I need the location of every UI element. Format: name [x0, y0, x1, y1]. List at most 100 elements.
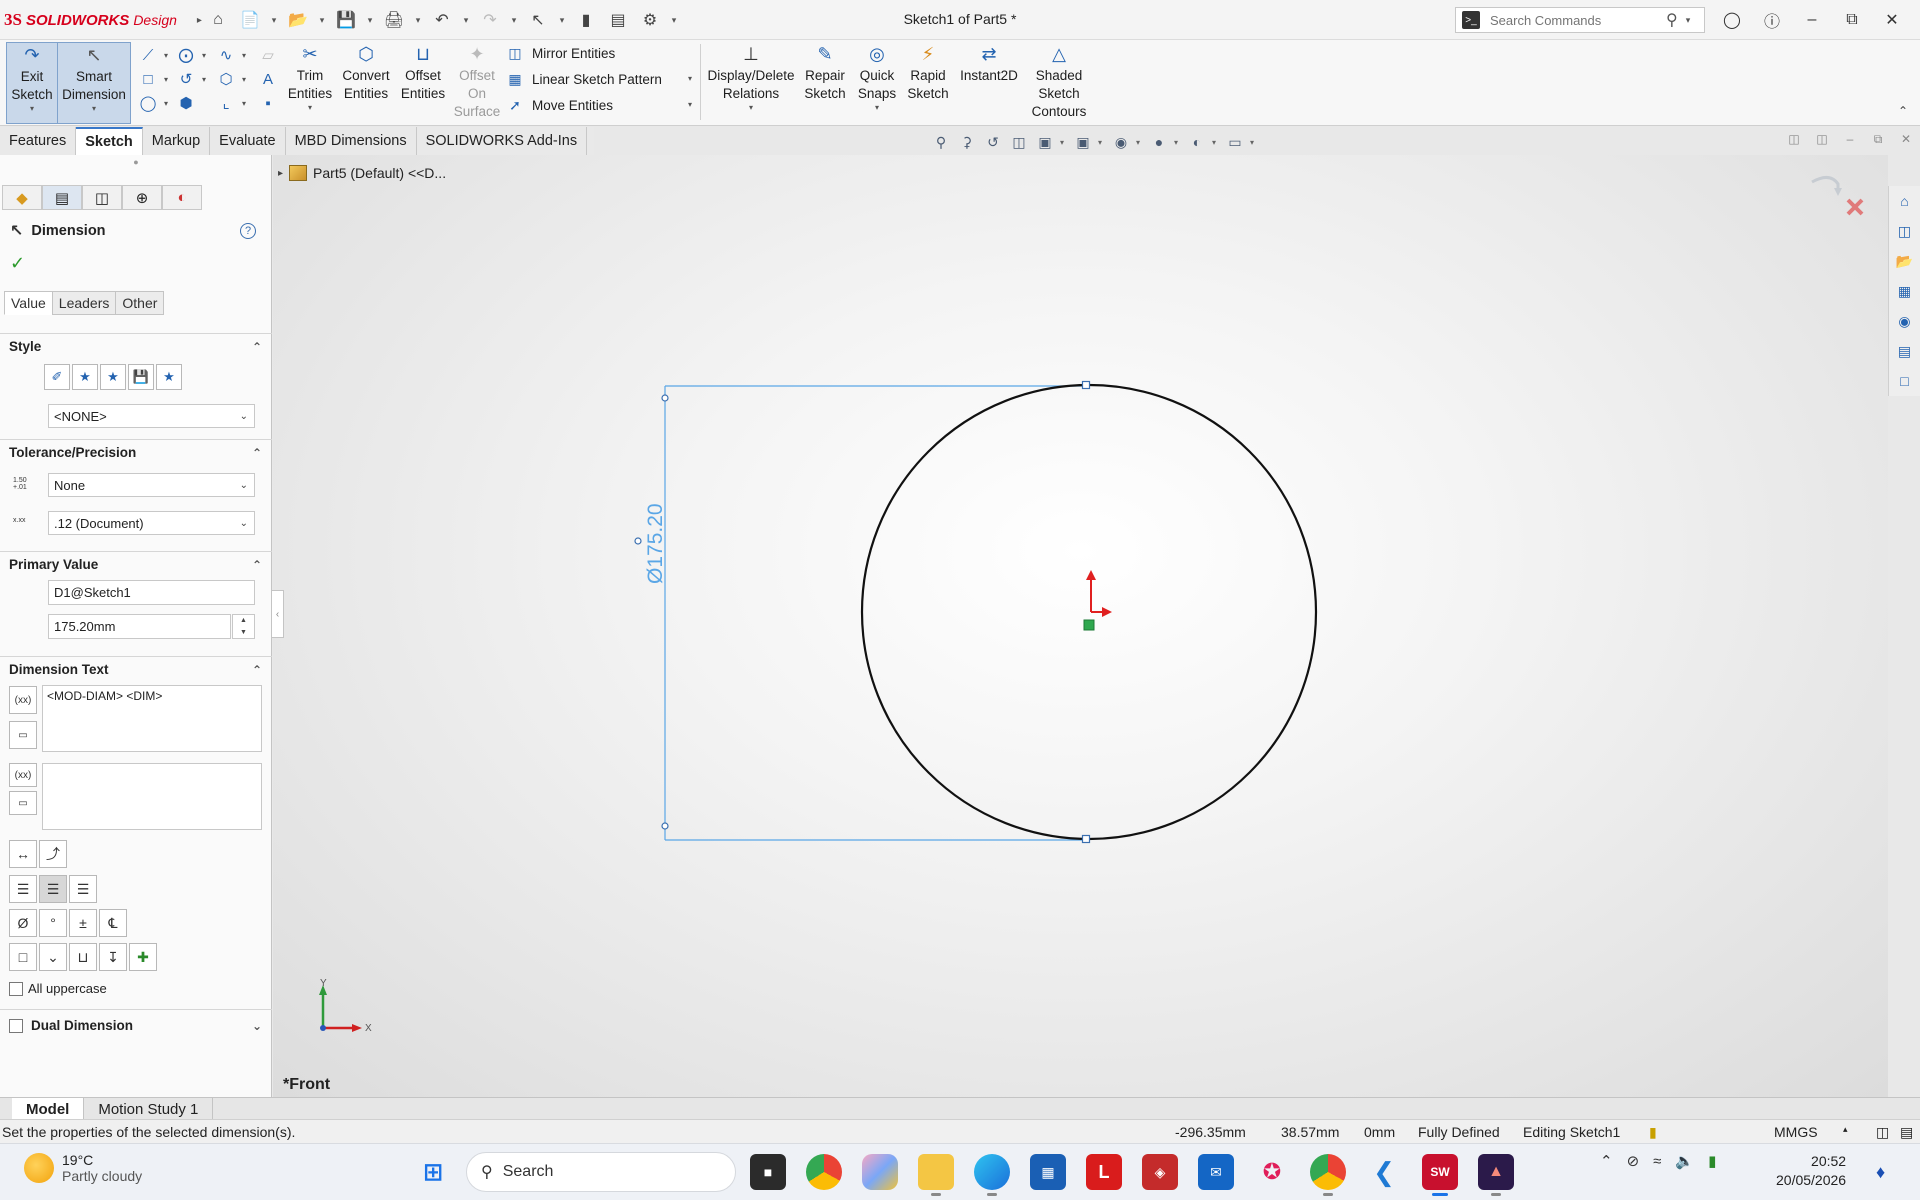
customize-status-icon[interactable]: ▤ [1900, 1124, 1913, 1141]
chevron-up-icon[interactable]: ⌃ [252, 446, 262, 460]
dimension-name-field[interactable]: D1@Sketch1 [48, 580, 255, 605]
ok-checkmark-icon[interactable]: ✓ [10, 253, 25, 274]
sketch-origin[interactable] [1083, 570, 1112, 631]
propertymanager-tab-icon[interactable]: ▤ [42, 185, 82, 210]
primary-value-group-header[interactable]: Primary Value ⌃ [0, 551, 272, 577]
plus-minus-symbol-icon[interactable]: ± [69, 909, 97, 937]
repair-sketch-button[interactable]: ✎ Repair Sketch [800, 42, 850, 124]
chevron-up-icon[interactable]: ▴ [1843, 1124, 1848, 1135]
help-icon[interactable]: ⓘ [1755, 6, 1789, 34]
plane-tool-icon[interactable]: ▱ [254, 44, 282, 66]
tab-evaluate[interactable]: Evaluate [210, 127, 286, 155]
centerline-symbol-icon[interactable]: ℄ [99, 909, 127, 937]
add-style-icon[interactable]: ★ [72, 364, 98, 390]
restore-button[interactable]: ⧉ [1835, 6, 1869, 34]
mirror-entities-button[interactable]: ◫ Mirror Entities [506, 44, 615, 62]
inspection-dimension-icon[interactable]: ▭ [9, 721, 37, 749]
chevron-down-icon[interactable]: ▾ [461, 15, 471, 26]
checkbox-box[interactable] [9, 981, 23, 996]
vscode-icon[interactable]: ❮ [1366, 1154, 1402, 1190]
new-document-icon[interactable]: 📄 [237, 8, 263, 32]
zoom-to-fit-icon[interactable]: ⚲ [930, 131, 952, 153]
chevron-up-icon[interactable]: ⌃ [252, 558, 262, 572]
convert-entities-button[interactable]: ⬡ Convert Entities [340, 42, 392, 124]
load-style-icon[interactable]: ★ [156, 364, 182, 390]
file-explorer-icon[interactable] [918, 1154, 954, 1196]
file-properties-icon[interactable]: ▤ [605, 8, 631, 32]
style-group-header[interactable]: Style ⌃ [0, 333, 272, 359]
circle-quadrant-point-bottom[interactable] [1081, 834, 1091, 844]
chevron-down-icon[interactable]: ▾ [749, 103, 753, 113]
tile-viewport-icon[interactable]: ◫ [1785, 130, 1803, 148]
chevron-up-icon[interactable]: ⌃ [252, 663, 262, 677]
chevron-down-icon[interactable]: ▾ [413, 15, 423, 26]
circle-quadrant-point-top[interactable] [1081, 380, 1091, 390]
collapse-ribbon-icon[interactable]: ⌃ [1898, 104, 1908, 118]
panel-collapse-handle[interactable]: ‹ [272, 590, 284, 638]
apply-style-icon[interactable]: ✐ [44, 364, 70, 390]
save-icon[interactable]: 💾 [333, 8, 359, 32]
add-parentheses-lower-icon[interactable]: (xx) [9, 763, 37, 787]
chevron-down-icon[interactable]: ▾ [688, 74, 692, 83]
view-settings-icon[interactable]: ▭ [1224, 131, 1246, 153]
search-commands-box[interactable]: >_ ⚲ ▾ [1455, 7, 1705, 33]
search-icon[interactable]: ⚲ [1666, 10, 1678, 30]
exit-sketch-button[interactable]: ↷ Exit Sketch ▾ [6, 42, 58, 124]
circle-tool-icon[interactable]: ⨀ [172, 44, 200, 66]
split-viewport-icon[interactable]: ◫ [1813, 130, 1831, 148]
line-tool-icon[interactable]: ⟋ [134, 44, 162, 66]
redo-icon[interactable]: ↷ [477, 8, 503, 32]
edit-appearance-icon[interactable]: ◐ [1186, 131, 1208, 153]
copilot-icon[interactable] [862, 1154, 898, 1190]
instant2d-button[interactable]: ⇄ Instant2D [956, 42, 1022, 124]
tab-markup[interactable]: Markup [142, 127, 211, 155]
tab-solidworks-add-ins[interactable]: SOLIDWORKS Add-Ins [416, 127, 588, 155]
delete-style-icon[interactable]: ★ [100, 364, 126, 390]
chevron-down-icon[interactable]: ⌄ [252, 1019, 262, 1033]
options-gear-icon[interactable]: ⚙ [637, 8, 663, 32]
viewport-minimize-icon[interactable]: – [1841, 130, 1859, 148]
countersink-symbol-icon[interactable]: ⌄ [39, 943, 67, 971]
dual-dimension-checkbox[interactable] [9, 1018, 23, 1033]
degree-symbol-icon[interactable]: ° [39, 909, 67, 937]
counterbore-symbol-icon[interactable]: ⊔ [69, 943, 97, 971]
battery-icon[interactable]: ▮ [1708, 1152, 1716, 1170]
trim-entities-button[interactable]: ✂ Trim Entities ▾ [286, 42, 334, 124]
tab-motion-study[interactable]: Motion Study 1 [84, 1098, 214, 1120]
solidworks-resources-icon[interactable]: ⌂ [1894, 190, 1916, 212]
search-commands-input[interactable] [1488, 11, 1658, 29]
value-spin-stepper[interactable]: ▲ ▼ [232, 614, 255, 639]
section-view-icon[interactable]: ◫ [1008, 131, 1030, 153]
outlook-icon[interactable]: ✉ [1198, 1154, 1234, 1190]
display-style-icon[interactable]: ◉ [1110, 131, 1132, 153]
chevron-down-icon[interactable]: ▾ [1098, 138, 1106, 147]
tab-features[interactable]: Features [0, 127, 77, 155]
windows-start-icon[interactable]: ⊞ [415, 1154, 451, 1190]
viewport-restore-icon[interactable]: ⧉ [1869, 130, 1887, 148]
tab-sketch[interactable]: Sketch [76, 127, 143, 155]
sketch-canvas[interactable]: Ø175.20 Y X [273, 155, 1888, 1097]
previous-view-icon[interactable]: ↺ [982, 131, 1004, 153]
chevron-down-icon[interactable]: ▾ [200, 44, 208, 66]
design-library-icon[interactable]: ◫ [1894, 220, 1916, 242]
view-orientation-icon[interactable]: ▣ [1072, 131, 1094, 153]
polygon-shape-icon[interactable]: ⬢ [172, 92, 200, 114]
horizontal-dim-text-icon[interactable]: ↔ [9, 840, 37, 868]
tags-icon[interactable]: ◫ [1876, 1124, 1889, 1141]
save-style-icon[interactable]: 💾 [128, 364, 154, 390]
depth-symbol-icon[interactable]: ↧ [99, 943, 127, 971]
chevron-down-icon[interactable]: ▾ [162, 68, 170, 90]
subtab-value[interactable]: Value [4, 291, 53, 315]
tolerance-group-header[interactable]: Tolerance/Precision ⌃ [0, 439, 272, 465]
microsoft-store-icon[interactable]: ▦ [1030, 1154, 1066, 1190]
user-account-icon[interactable]: ◯ [1715, 6, 1749, 34]
slack-icon[interactable]: ✪ [1254, 1154, 1290, 1190]
subtab-other[interactable]: Other [115, 291, 165, 315]
inspection-lower-icon[interactable]: ▭ [9, 791, 37, 815]
chevron-down-icon[interactable]: ▾ [1212, 138, 1220, 147]
unit-system[interactable]: MMGS [1774, 1124, 1818, 1140]
custom-properties-icon[interactable]: ▤ [1894, 340, 1916, 362]
taskbar-search[interactable]: ⚲ Search [466, 1152, 736, 1192]
chevron-down-icon[interactable]: ▾ [317, 15, 327, 26]
display-delete-relations-button[interactable]: ⊥ Display/Delete Relations ▾ [706, 42, 796, 124]
